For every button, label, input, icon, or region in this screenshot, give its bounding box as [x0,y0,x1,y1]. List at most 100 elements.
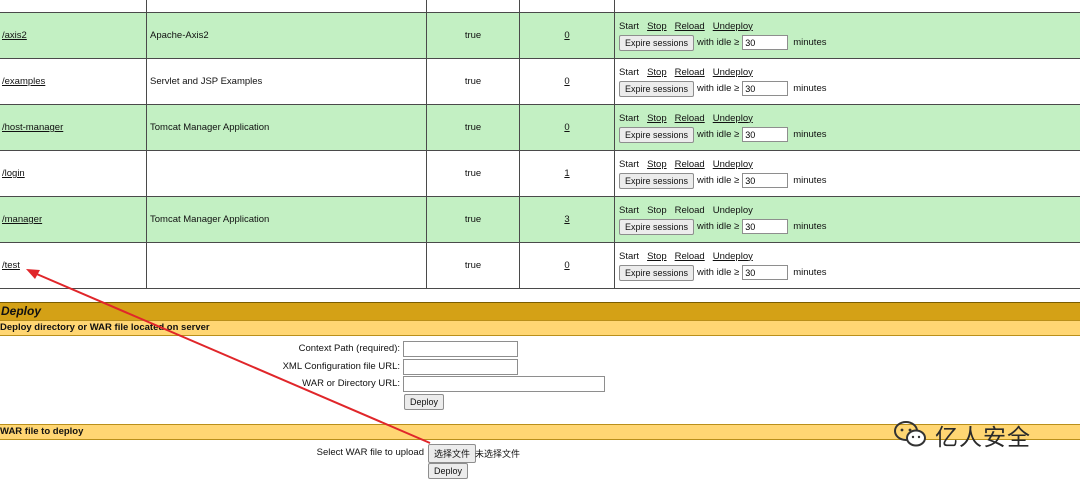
undeploy-command[interactable]: Undeploy [713,251,753,262]
sessions-link[interactable]: 0 [564,122,569,133]
stop-command[interactable]: Stop [647,67,667,78]
expire-sessions-button[interactable]: Expire sessions [619,218,695,235]
stop-command[interactable]: Stop [647,113,667,124]
running-status: true [464,30,482,41]
sessions-link[interactable]: 0 [564,76,569,87]
application-row [0,0,1080,13]
display-name-cell [146,242,427,289]
path-cell: /host-manager [0,104,147,151]
sessions-link[interactable]: 1 [564,168,569,179]
sessions-cell: 3 [519,196,615,243]
reload-command[interactable]: Reload [675,67,705,78]
application-path-link[interactable]: /host-manager [2,122,63,133]
running-cell [426,0,520,13]
undeploy-command[interactable]: Undeploy [713,21,753,32]
display-name-cell [146,150,427,197]
stop-command[interactable]: Stop [647,159,667,170]
context-path-input[interactable] [403,341,518,357]
display-name-cell: Tomcat Manager Application [146,104,427,151]
expire-sessions-button[interactable]: Expire sessions [619,126,695,143]
application-path-link[interactable]: /login [2,168,25,179]
application-path-link[interactable]: /test [2,260,20,271]
choose-file-button[interactable]: 选择文件 [428,444,477,463]
idle-minutes-input[interactable] [742,219,789,234]
commands-cell: Start Stop Reload Undeploy Expire sessions … [614,196,1080,243]
expire-sessions-button[interactable]: Expire sessions [619,264,695,281]
expire-sessions-row: Expire sessions with idle ≥ minutes [619,264,1080,281]
idle-minutes-input[interactable] [742,173,789,188]
running-cell: true [426,242,520,289]
running-status: true [464,214,482,225]
with-idle-label: with idle ≥ [697,83,740,94]
sessions-link[interactable]: 0 [564,30,569,41]
application-path-link[interactable]: /axis2 [2,30,27,41]
application-row: /test true 0 Start Stop Reload Undeploy Exp… [0,242,1080,289]
reload-command[interactable]: Reload [675,113,705,124]
idle-minutes-input[interactable] [742,81,789,96]
application-row: /examples Servlet and JSP Examples true … [0,58,1080,105]
command-links: Start Stop Reload Undeploy [619,205,1080,216]
start-command[interactable]: Start [619,113,639,124]
stop-command[interactable]: Stop [647,251,667,262]
running-status: true [464,260,482,271]
undeploy-command[interactable]: Undeploy [713,113,753,124]
deploy-directory-button[interactable]: Deploy [404,394,445,410]
sessions-link[interactable]: 3 [564,214,569,225]
sessions-cell: 0 [519,104,615,151]
reload-command[interactable]: Reload [675,21,705,32]
idle-minutes-input[interactable] [742,265,789,280]
sessions-cell: 0 [519,12,615,59]
sessions-cell: 0 [519,242,615,289]
stop-command[interactable]: Stop [647,21,667,32]
xml-config-input[interactable] [403,359,518,375]
expire-sessions-row: Expire sessions with idle ≥ minutes [619,126,1080,143]
running-cell: true [426,12,520,59]
with-idle-label: with idle ≥ [697,267,740,278]
select-war-label: Select WAR file to upload [316,447,424,458]
idle-minutes-input[interactable] [742,35,789,50]
undeploy-command[interactable]: Undeploy [713,205,753,216]
reload-command[interactable]: Reload [675,205,705,216]
undeploy-command[interactable]: Undeploy [713,159,753,170]
command-links: Start Stop Reload Undeploy [619,159,1080,170]
stop-command[interactable]: Stop [647,205,667,216]
minutes-label: minutes [793,221,827,232]
path-cell: /manager [0,196,147,243]
sessions-cell [519,0,615,13]
display-name: Tomcat Manager Application [150,122,270,133]
path-cell [0,0,147,13]
application-row: /manager Tomcat Manager Application true… [0,196,1080,243]
deploy-directory-section-header: Deploy directory or WAR file located on … [0,320,1080,336]
commands-cell: Start Stop Reload Undeploy Expire sessions … [614,12,1080,59]
sessions-cell: 1 [519,150,615,197]
idle-minutes-input[interactable] [742,127,789,142]
application-row: /host-manager Tomcat Manager Application… [0,104,1080,151]
running-status: true [464,168,482,179]
display-name-cell [146,0,427,13]
reload-command[interactable]: Reload [675,159,705,170]
start-command[interactable]: Start [619,21,639,32]
deploy-header: Deploy [0,302,1080,320]
start-command[interactable]: Start [619,205,639,216]
running-cell: true [426,104,520,151]
running-cell: true [426,196,520,243]
display-name-cell: Servlet and JSP Examples [146,58,427,105]
sessions-cell: 0 [519,58,615,105]
start-command[interactable]: Start [619,67,639,78]
application-path-link[interactable]: /examples [2,76,45,87]
start-command[interactable]: Start [619,251,639,262]
reload-command[interactable]: Reload [675,251,705,262]
war-directory-input[interactable] [403,376,605,392]
running-cell: true [426,58,520,105]
path-cell: /login [0,150,147,197]
start-command[interactable]: Start [619,159,639,170]
expire-sessions-button[interactable]: Expire sessions [619,34,695,51]
undeploy-command[interactable]: Undeploy [713,67,753,78]
display-name: Servlet and JSP Examples [150,76,263,87]
sessions-link[interactable]: 0 [564,260,569,271]
minutes-label: minutes [793,267,827,278]
deploy-war-button[interactable]: Deploy [428,463,469,479]
expire-sessions-button[interactable]: Expire sessions [619,80,695,97]
application-path-link[interactable]: /manager [2,214,42,225]
expire-sessions-button[interactable]: Expire sessions [619,172,695,189]
